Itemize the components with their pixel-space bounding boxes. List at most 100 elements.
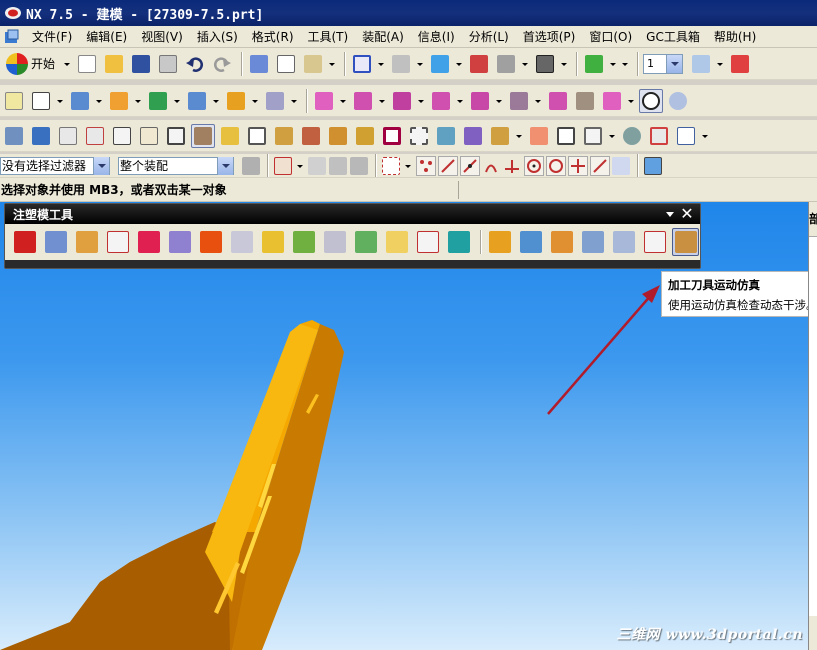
print-button[interactable] xyxy=(156,52,180,76)
selection-scope-combo[interactable]: 整个装配 xyxy=(118,156,234,175)
check-geometry-button[interactable] xyxy=(29,124,53,148)
menu-gc-toolkit[interactable]: GC工具箱 xyxy=(639,28,707,45)
background-button[interactable] xyxy=(533,52,557,76)
type-filter-dropdown-button[interactable] xyxy=(93,156,109,175)
parting-check-button[interactable] xyxy=(579,228,606,256)
copy-button[interactable] xyxy=(274,52,298,76)
resize-dropdown[interactable] xyxy=(495,91,502,111)
edge-blend-button[interactable] xyxy=(224,89,248,113)
split-solid-button[interactable] xyxy=(42,228,69,256)
menu-view[interactable]: 视图(V) xyxy=(134,28,190,45)
paste-button[interactable] xyxy=(301,52,325,76)
move-object-button[interactable] xyxy=(728,52,752,76)
mold-tools-titlebar[interactable]: 注塑模工具 ✕ xyxy=(5,204,700,224)
rectangle-select-button[interactable] xyxy=(381,154,401,177)
hole-dropdown[interactable] xyxy=(212,91,219,111)
datum-plane-button[interactable] xyxy=(29,89,53,113)
resource-bar[interactable]: 部 xyxy=(808,202,817,650)
shaded-dropdown[interactable] xyxy=(455,54,463,74)
mirror-button[interactable] xyxy=(164,124,188,148)
ruler-button[interactable] xyxy=(488,124,512,148)
revolve-dropdown[interactable] xyxy=(134,91,141,111)
table-button[interactable] xyxy=(245,124,269,148)
snap-dropdown[interactable] xyxy=(296,156,303,176)
trim-region-button[interactable] xyxy=(259,228,286,256)
menu-insert[interactable]: 插入(S) xyxy=(190,28,245,45)
snap-existing-button[interactable] xyxy=(416,155,436,176)
document-button[interactable] xyxy=(674,124,698,148)
replace-face-button[interactable] xyxy=(429,89,453,113)
mold-check-button[interactable] xyxy=(610,228,637,256)
wireframe-button[interactable] xyxy=(389,52,413,76)
bounded-plane-button[interactable] xyxy=(104,228,131,256)
snap-on-curve-button[interactable] xyxy=(590,155,610,176)
start-button[interactable]: 开始 xyxy=(2,51,59,77)
edge-patch-button[interactable] xyxy=(166,228,193,256)
paste-dropdown[interactable] xyxy=(328,54,336,74)
mold-tools-toolbar[interactable]: 注塑模工具 ✕ xyxy=(4,203,701,269)
type-filter-combo[interactable]: 没有选择过滤器 xyxy=(0,156,110,175)
snap-endpoint-button[interactable] xyxy=(438,155,458,176)
extend-face-button[interactable] xyxy=(228,228,255,256)
window-button[interactable] xyxy=(581,124,605,148)
grid-button[interactable] xyxy=(554,124,578,148)
cut-button[interactable] xyxy=(247,52,271,76)
mold-tool-button[interactable] xyxy=(461,124,485,148)
create-box-button[interactable] xyxy=(11,228,38,256)
hole-button[interactable] xyxy=(185,89,209,113)
stack-button[interactable] xyxy=(218,124,242,148)
shell-face-button[interactable] xyxy=(546,89,570,113)
measure-mold-button[interactable] xyxy=(641,228,668,256)
extrude-button[interactable] xyxy=(68,89,92,113)
trimetric-button[interactable] xyxy=(467,52,491,76)
history-button[interactable] xyxy=(639,88,663,113)
measure-distance-button[interactable] xyxy=(2,124,26,148)
runner-gate-button[interactable] xyxy=(445,228,472,256)
block-button[interactable] xyxy=(110,124,134,148)
layer-dropdown[interactable] xyxy=(716,54,724,74)
timestamp-button[interactable] xyxy=(666,89,690,113)
render-button[interactable] xyxy=(494,52,518,76)
copy-face-button[interactable] xyxy=(600,89,624,113)
extend-sheet-button[interactable] xyxy=(197,228,224,256)
solid-split-line-button[interactable] xyxy=(414,228,441,256)
new-button[interactable] xyxy=(75,52,99,76)
menu-assemblies[interactable]: 装配(A) xyxy=(355,28,411,45)
snap-existing-point-button[interactable] xyxy=(568,155,588,176)
layer-dropdown-button[interactable] xyxy=(666,54,683,73)
background-dropdown[interactable] xyxy=(560,54,568,74)
step-button[interactable] xyxy=(353,124,377,148)
menu-window[interactable]: 窗口(O) xyxy=(582,28,639,45)
menu-edit[interactable]: 编辑(E) xyxy=(79,28,134,45)
menu-file[interactable]: 文件(F) xyxy=(25,28,79,45)
toolbar-options-icon[interactable] xyxy=(666,212,674,217)
cross-section-button[interactable] xyxy=(573,89,597,113)
layer-combo[interactable]: 1 xyxy=(643,53,684,74)
sketch-button[interactable] xyxy=(2,89,26,113)
open-button[interactable] xyxy=(102,52,126,76)
resize-blend-button[interactable] xyxy=(468,89,492,113)
delete-face-button[interactable] xyxy=(390,89,414,113)
snap-center-button[interactable] xyxy=(524,155,544,176)
snap-on-face-button[interactable] xyxy=(612,154,630,177)
assembly-filter-button[interactable] xyxy=(242,154,260,177)
cam-motion-simulation-button[interactable] xyxy=(672,228,699,256)
menu-format[interactable]: 格式(R) xyxy=(245,28,301,45)
unite-dropdown[interactable] xyxy=(173,91,180,111)
replace-solid-button[interactable] xyxy=(290,228,317,256)
reference-blend-button[interactable] xyxy=(321,228,348,256)
snap-intersection-button[interactable] xyxy=(503,154,521,177)
snap-point-button[interactable] xyxy=(273,154,293,177)
person-button[interactable] xyxy=(527,124,551,148)
fit-view-button[interactable] xyxy=(350,52,374,76)
offset-dropdown[interactable] xyxy=(290,91,297,111)
pull-dropdown[interactable] xyxy=(378,91,385,111)
menu-preferences[interactable]: 首选项(P) xyxy=(516,28,583,45)
arrow-stack-button[interactable] xyxy=(326,124,350,148)
snap-quadrant-button[interactable] xyxy=(546,155,566,176)
redo-button[interactable] xyxy=(210,52,234,76)
undo-button[interactable] xyxy=(183,52,207,76)
view-dropdown[interactable] xyxy=(377,54,385,74)
constrain-dropdown[interactable] xyxy=(534,91,541,111)
delete-face-dropdown[interactable] xyxy=(417,91,424,111)
